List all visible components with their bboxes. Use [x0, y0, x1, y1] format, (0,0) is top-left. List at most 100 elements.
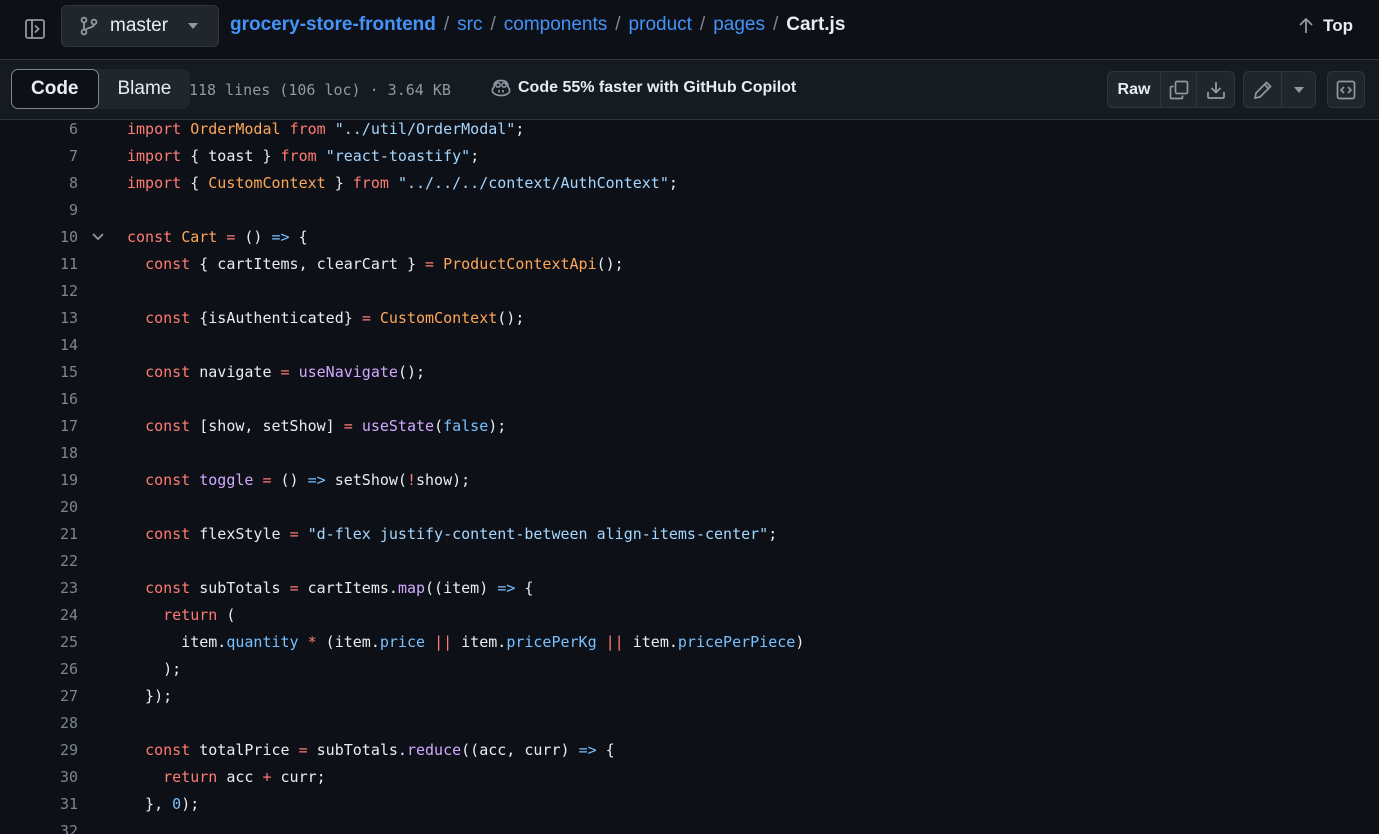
line-code: });: [127, 687, 173, 705]
line-number[interactable]: 21: [0, 521, 78, 548]
line-code: );: [127, 660, 182, 678]
code-line: 27 });: [0, 683, 1379, 710]
line-code: import { toast } from "react-toastify";: [127, 147, 480, 165]
line-number[interactable]: 7: [0, 143, 78, 170]
breadcrumb-separator: /: [615, 14, 621, 35]
code-line: 24 return (: [0, 602, 1379, 629]
line-number[interactable]: 6: [0, 120, 78, 143]
code-line: 19 const toggle = () => setShow(!show);: [0, 467, 1379, 494]
code-line: 18: [0, 440, 1379, 467]
line-number[interactable]: 14: [0, 332, 78, 359]
line-code: import OrderModal from "../util/OrderMod…: [127, 120, 525, 138]
line-number[interactable]: 25: [0, 629, 78, 656]
breadcrumb-separator: /: [443, 14, 450, 35]
breadcrumb-components-link[interactable]: components: [504, 14, 608, 36]
line-code: return acc + curr;: [163, 768, 326, 786]
git-branch-icon: [80, 16, 98, 36]
line-number[interactable]: 16: [0, 386, 78, 413]
line-number[interactable]: 9: [0, 197, 78, 224]
breadcrumb-separator: /: [490, 14, 496, 35]
line-code: }, 0);: [127, 795, 200, 813]
breadcrumb-separator: /: [772, 14, 779, 35]
sidebar-expand-icon: [25, 19, 45, 39]
line-number[interactable]: 18: [0, 440, 78, 467]
code-line: 15 const navigate = useNavigate();: [0, 359, 1379, 386]
code-line: 26 );: [0, 656, 1379, 683]
code-line: 32: [0, 818, 1379, 834]
line-number[interactable]: 10: [0, 224, 78, 251]
breadcrumb-separator: /: [699, 14, 706, 35]
code-line: 25 item.quantity * (item.price || item.p…: [0, 629, 1379, 656]
line-number[interactable]: 19: [0, 467, 78, 494]
code-line: 20: [0, 494, 1379, 521]
line-number[interactable]: 8: [0, 170, 78, 197]
line-number[interactable]: 28: [0, 710, 78, 737]
copilot-promo[interactable]: Code 55% faster with GitHub Copilot: [491, 79, 796, 97]
line-code: import { CustomContext } from "../../../…: [127, 174, 678, 192]
breadcrumb-product-link[interactable]: product: [629, 14, 692, 36]
line-number[interactable]: 23: [0, 575, 78, 602]
line-number[interactable]: 20: [0, 494, 78, 521]
code-line: 21 const flexStyle = "d-flex justify-con…: [0, 521, 1379, 548]
raw-button[interactable]: Raw: [1108, 72, 1161, 107]
symbols-panel-button[interactable]: [1327, 71, 1365, 108]
line-number[interactable]: 12: [0, 278, 78, 305]
line-number[interactable]: 24: [0, 602, 78, 629]
breadcrumb-repo-link[interactable]: grocery-store-frontend: [230, 14, 436, 36]
branch-name: master: [110, 15, 169, 36]
line-number[interactable]: 31: [0, 791, 78, 818]
edit-file-button[interactable]: [1244, 72, 1282, 107]
code-line: 22: [0, 548, 1379, 575]
line-number[interactable]: 32: [0, 818, 78, 834]
branch-selector-button[interactable]: master: [61, 5, 219, 47]
back-to-top-button[interactable]: Top: [1299, 16, 1353, 36]
chevron-down-icon[interactable]: [91, 232, 105, 242]
line-code: const flexStyle = "d-flex justify-conten…: [145, 525, 778, 543]
copilot-promo-text: Code 55% faster with GitHub Copilot: [518, 79, 797, 96]
line-number[interactable]: 13: [0, 305, 78, 332]
edit-options-button[interactable]: [1282, 72, 1315, 107]
line-code: const {isAuthenticated} = CustomContext(…: [145, 309, 525, 327]
code-line: 31 }, 0);: [0, 791, 1379, 818]
triangle-down-icon: [1293, 86, 1304, 93]
code-view: 6 import OrderModal from "../util/OrderM…: [0, 120, 1379, 834]
tab-code[interactable]: Code: [11, 69, 99, 109]
line-code: const Cart = () => {: [127, 228, 308, 246]
triangle-down-icon: [188, 23, 198, 29]
download-icon: [1206, 81, 1225, 99]
download-raw-button[interactable]: [1197, 72, 1234, 107]
tab-blame[interactable]: Blame: [99, 69, 191, 109]
line-number[interactable]: 27: [0, 683, 78, 710]
line-code: const totalPrice = subTotals.reduce((acc…: [145, 741, 615, 759]
line-code: const [show, setShow] = useState(false);: [145, 417, 507, 435]
code-line: 17 const [show, setShow] = useState(fals…: [0, 413, 1379, 440]
line-number[interactable]: 26: [0, 656, 78, 683]
copy-icon: [1169, 80, 1188, 99]
line-code: item.quantity * (item.price || item.pric…: [127, 633, 805, 651]
code-square-icon: [1336, 80, 1356, 99]
raw-copy-download-group: Raw: [1107, 71, 1235, 108]
code-line: 9: [0, 197, 1379, 224]
code-line: 30 return acc + curr;: [0, 764, 1379, 791]
line-number[interactable]: 22: [0, 548, 78, 575]
copilot-icon: [491, 79, 511, 97]
sidebar-toggle-button[interactable]: [22, 16, 48, 42]
line-code: const navigate = useNavigate();: [145, 363, 426, 381]
file-header: master grocery-store-frontend / src / co…: [0, 0, 1379, 60]
file-info: 118 lines (106 loc) · 3.64 KB: [189, 81, 451, 99]
line-number[interactable]: 15: [0, 359, 78, 386]
code-line: 14: [0, 332, 1379, 359]
line-number[interactable]: 29: [0, 737, 78, 764]
view-mode-toggle: Code Blame: [11, 69, 191, 109]
back-to-top-label: Top: [1323, 16, 1353, 35]
line-number[interactable]: 11: [0, 251, 78, 278]
copy-raw-button[interactable]: [1161, 72, 1197, 107]
line-number[interactable]: 30: [0, 764, 78, 791]
breadcrumb-pages-link[interactable]: pages: [713, 14, 765, 36]
line-code: const subTotals = cartItems.map((item) =…: [145, 579, 534, 597]
code-line: 12: [0, 278, 1379, 305]
code-line: 29 const totalPrice = subTotals.reduce((…: [0, 737, 1379, 764]
line-code: const { cartItems, clearCart } = Product…: [145, 255, 624, 273]
breadcrumb-src-link[interactable]: src: [457, 14, 482, 36]
line-number[interactable]: 17: [0, 413, 78, 440]
